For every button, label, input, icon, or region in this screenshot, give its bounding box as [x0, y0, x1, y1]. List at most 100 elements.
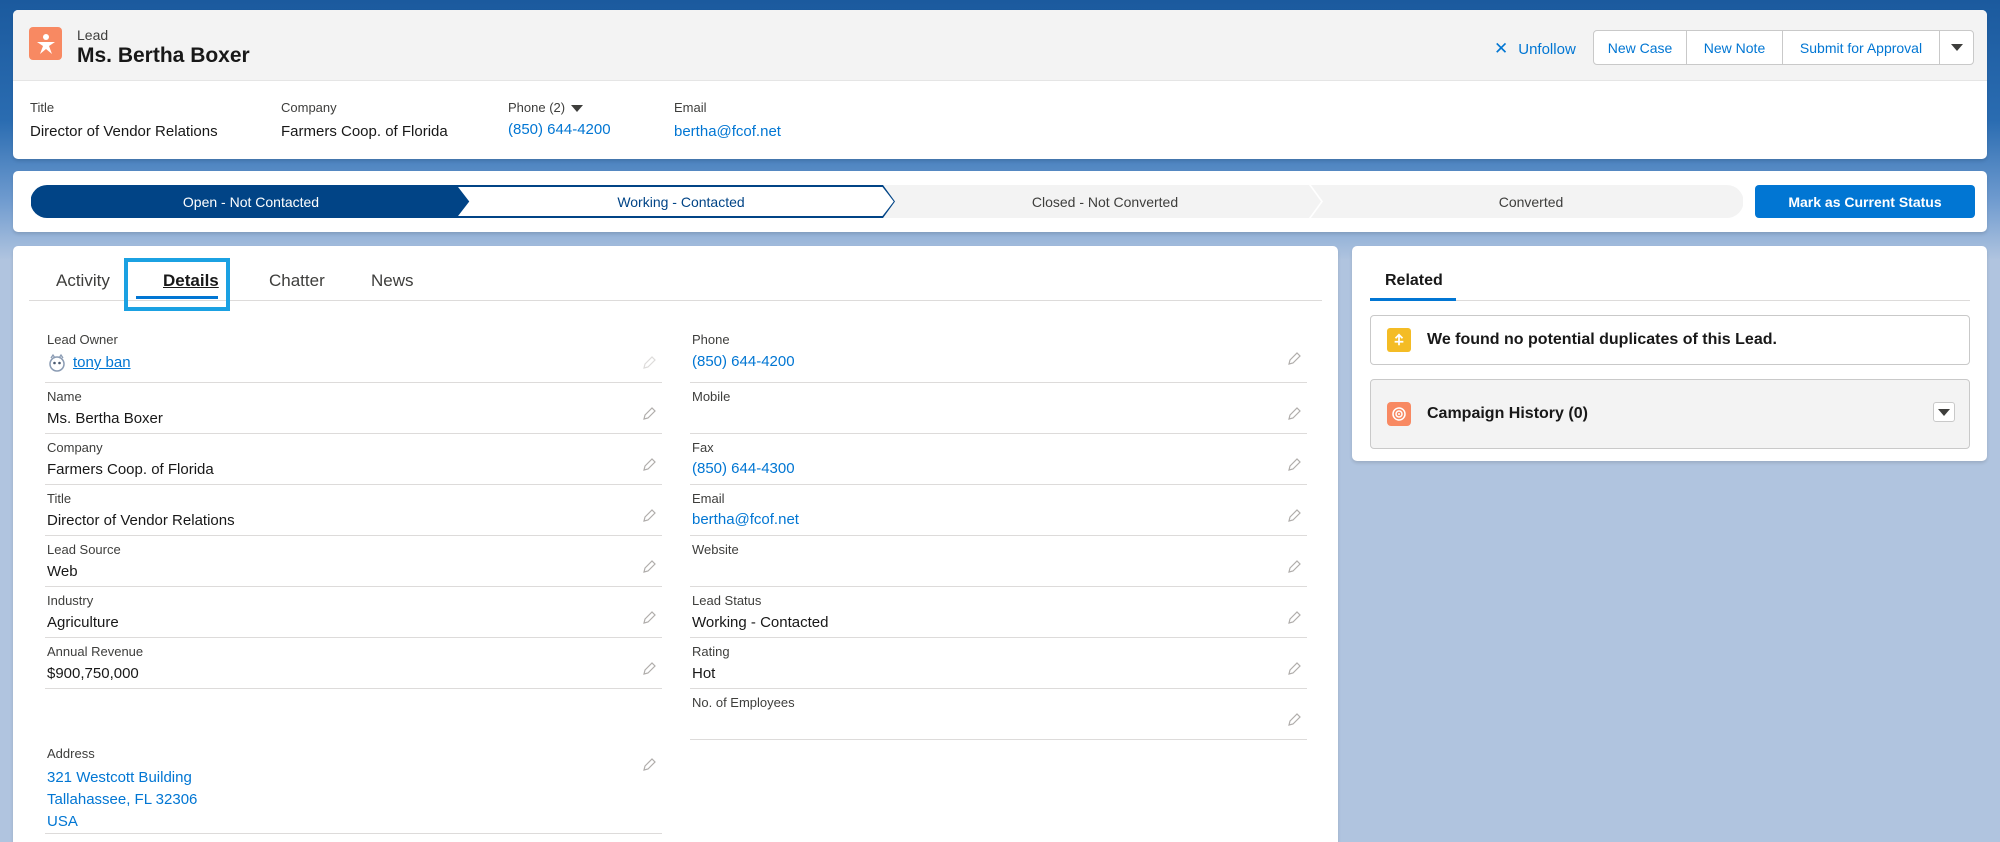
phone-link[interactable]: (850) 644-4200	[692, 351, 795, 373]
edit-pencil-icon[interactable]	[642, 662, 656, 676]
field-label: Annual Revenue	[47, 644, 144, 659]
edit-pencil-icon[interactable]	[1287, 407, 1301, 421]
status-path: Open - Not Contacted Working - Contacted…	[13, 171, 1987, 232]
edit-pencil-icon[interactable]	[642, 458, 656, 472]
field-label: Name	[47, 389, 82, 404]
record-header: Lead Ms. Bertha Boxer ✕ Unfollow New Cas…	[13, 10, 1987, 159]
field-lead-owner: Lead Owner tony ban	[45, 332, 662, 383]
edit-pencil-icon[interactable]	[1287, 458, 1301, 472]
field-annual-revenue: Annual Revenue $900,750,000	[45, 638, 662, 689]
more-actions-button[interactable]	[1939, 30, 1974, 65]
edit-pencil-icon[interactable]	[642, 407, 656, 421]
field-label: Email	[692, 491, 725, 506]
lead-owner-name: tony ban	[73, 354, 131, 371]
field-lead-source: Lead Source Web	[45, 536, 662, 587]
unfollow-button[interactable]: ✕ Unfollow	[1494, 37, 1576, 61]
submit-for-approval-button[interactable]: Submit for Approval	[1782, 30, 1940, 65]
field-address: Address 321 Westcott Building Tallahasse…	[45, 740, 662, 834]
campaign-history-menu-button[interactable]	[1933, 402, 1955, 422]
header-field-label: Company	[281, 100, 337, 115]
object-type-label: Lead	[77, 27, 109, 43]
campaign-history-card: Campaign History (0)	[1370, 379, 1970, 449]
tab-chatter[interactable]: Chatter	[269, 260, 325, 301]
change-owner-icon[interactable]	[642, 356, 656, 370]
edit-pencil-icon[interactable]	[1287, 352, 1301, 366]
edit-pencil-icon[interactable]	[1287, 509, 1301, 523]
field-value: Hot	[692, 665, 716, 682]
field-value: Farmers Coop. of Florida	[47, 461, 214, 478]
field-label: No. of Employees	[692, 695, 795, 710]
phone-dropdown[interactable]: Phone (2)	[508, 100, 611, 115]
field-website: Website	[690, 536, 1307, 587]
record-name: Ms. Bertha Boxer	[77, 44, 250, 67]
tab-related[interactable]: Related	[1370, 260, 1970, 301]
edit-pencil-icon[interactable]	[642, 611, 656, 625]
field-label: Phone	[692, 332, 730, 347]
field-rating: Rating Hot	[690, 638, 1307, 689]
field-value: Director of Vendor Relations	[47, 512, 235, 529]
chevron-down-icon	[1950, 44, 1963, 51]
edit-pencil-icon[interactable]	[642, 560, 656, 574]
field-label: Website	[692, 542, 739, 557]
duplicate-rule-icon	[1387, 328, 1411, 352]
field-title: Title Director of Vendor Relations	[45, 485, 662, 536]
field-value: Working - Contacted	[692, 614, 829, 631]
duplicates-card: We found no potential duplicates of this…	[1370, 315, 1970, 365]
path-stage-working-contacted[interactable]: Working - Contacted	[471, 185, 891, 218]
edit-pencil-icon[interactable]	[642, 758, 656, 772]
email-link[interactable]: bertha@fcof.net	[692, 509, 799, 531]
field-phone: Phone (850) 644-4200	[690, 332, 1307, 383]
new-case-button[interactable]: New Case	[1593, 30, 1687, 65]
address-line[interactable]: Tallahassee, FL 32306	[47, 789, 197, 811]
new-note-button[interactable]: New Note	[1686, 30, 1783, 65]
header-field-email: Email bertha@fcof.net	[674, 100, 781, 140]
field-label: Rating	[692, 644, 730, 659]
path-stage-closed-not-converted[interactable]: Closed - Not Converted	[895, 185, 1315, 218]
email-link[interactable]: bertha@fcof.net	[674, 123, 781, 140]
edit-pencil-icon[interactable]	[1287, 611, 1301, 625]
address-line[interactable]: USA	[47, 811, 78, 833]
field-value: $900,750,000	[47, 665, 139, 682]
field-name: Name Ms. Bertha Boxer	[45, 383, 662, 434]
edit-pencil-icon[interactable]	[642, 509, 656, 523]
header-action-buttons: New Case New Note Submit for Approval	[1593, 30, 1974, 65]
path-stages: Open - Not Contacted Working - Contacted…	[31, 185, 1743, 218]
field-email: Email bertha@fcof.net	[690, 485, 1307, 536]
field-label: Industry	[47, 593, 94, 608]
chevron-down-icon	[571, 105, 584, 113]
field-no-of-employees: No. of Employees	[690, 689, 1307, 740]
path-stage-open-not-contacted[interactable]: Open - Not Contacted	[41, 185, 461, 218]
tab-activity[interactable]: Activity	[56, 260, 110, 301]
edit-pencil-icon[interactable]	[1287, 560, 1301, 574]
header-field-label: Phone (2)	[508, 100, 566, 115]
lead-icon	[29, 27, 62, 60]
field-label: Mobile	[692, 389, 731, 404]
header-title-bar: Lead Ms. Bertha Boxer ✕ Unfollow New Cas…	[13, 10, 1987, 81]
edit-pencil-icon[interactable]	[1287, 662, 1301, 676]
phone-link[interactable]: (850) 644-4200	[508, 121, 611, 138]
field-value: Agriculture	[47, 614, 119, 631]
chevron-down-icon	[1938, 408, 1950, 416]
path-stage-converted[interactable]: Converted	[1321, 185, 1741, 218]
mark-as-current-status-button[interactable]: Mark as Current Status	[1755, 185, 1975, 218]
related-panel: Related We found no potential duplicates…	[1352, 246, 1987, 461]
tab-news[interactable]: News	[371, 260, 414, 301]
focus-highlight	[124, 258, 230, 311]
header-field-label: Email	[674, 100, 707, 115]
field-fax: Fax (850) 644-4300	[690, 434, 1307, 485]
field-label: Lead Source	[47, 542, 121, 557]
address-line[interactable]: 321 Westcott Building	[47, 767, 192, 789]
header-field-phone: Phone (2) (850) 644-4200	[508, 100, 611, 138]
close-icon: ✕	[1494, 39, 1509, 58]
edit-pencil-icon[interactable]	[1287, 713, 1301, 727]
campaign-history-title[interactable]: Campaign History (0)	[1427, 405, 1588, 423]
header-field-value: Farmers Coop. of Florida	[281, 123, 448, 140]
field-label: Company	[47, 440, 103, 455]
lead-owner-link[interactable]: tony ban	[47, 352, 131, 374]
header-field-company: Company Farmers Coop. of Florida	[281, 100, 448, 140]
duplicates-message: We found no potential duplicates of this…	[1427, 331, 1777, 348]
avatar	[47, 353, 67, 373]
field-label: Fax	[692, 440, 714, 455]
fax-link[interactable]: (850) 644-4300	[692, 458, 795, 480]
field-label: Lead Status	[692, 593, 762, 608]
